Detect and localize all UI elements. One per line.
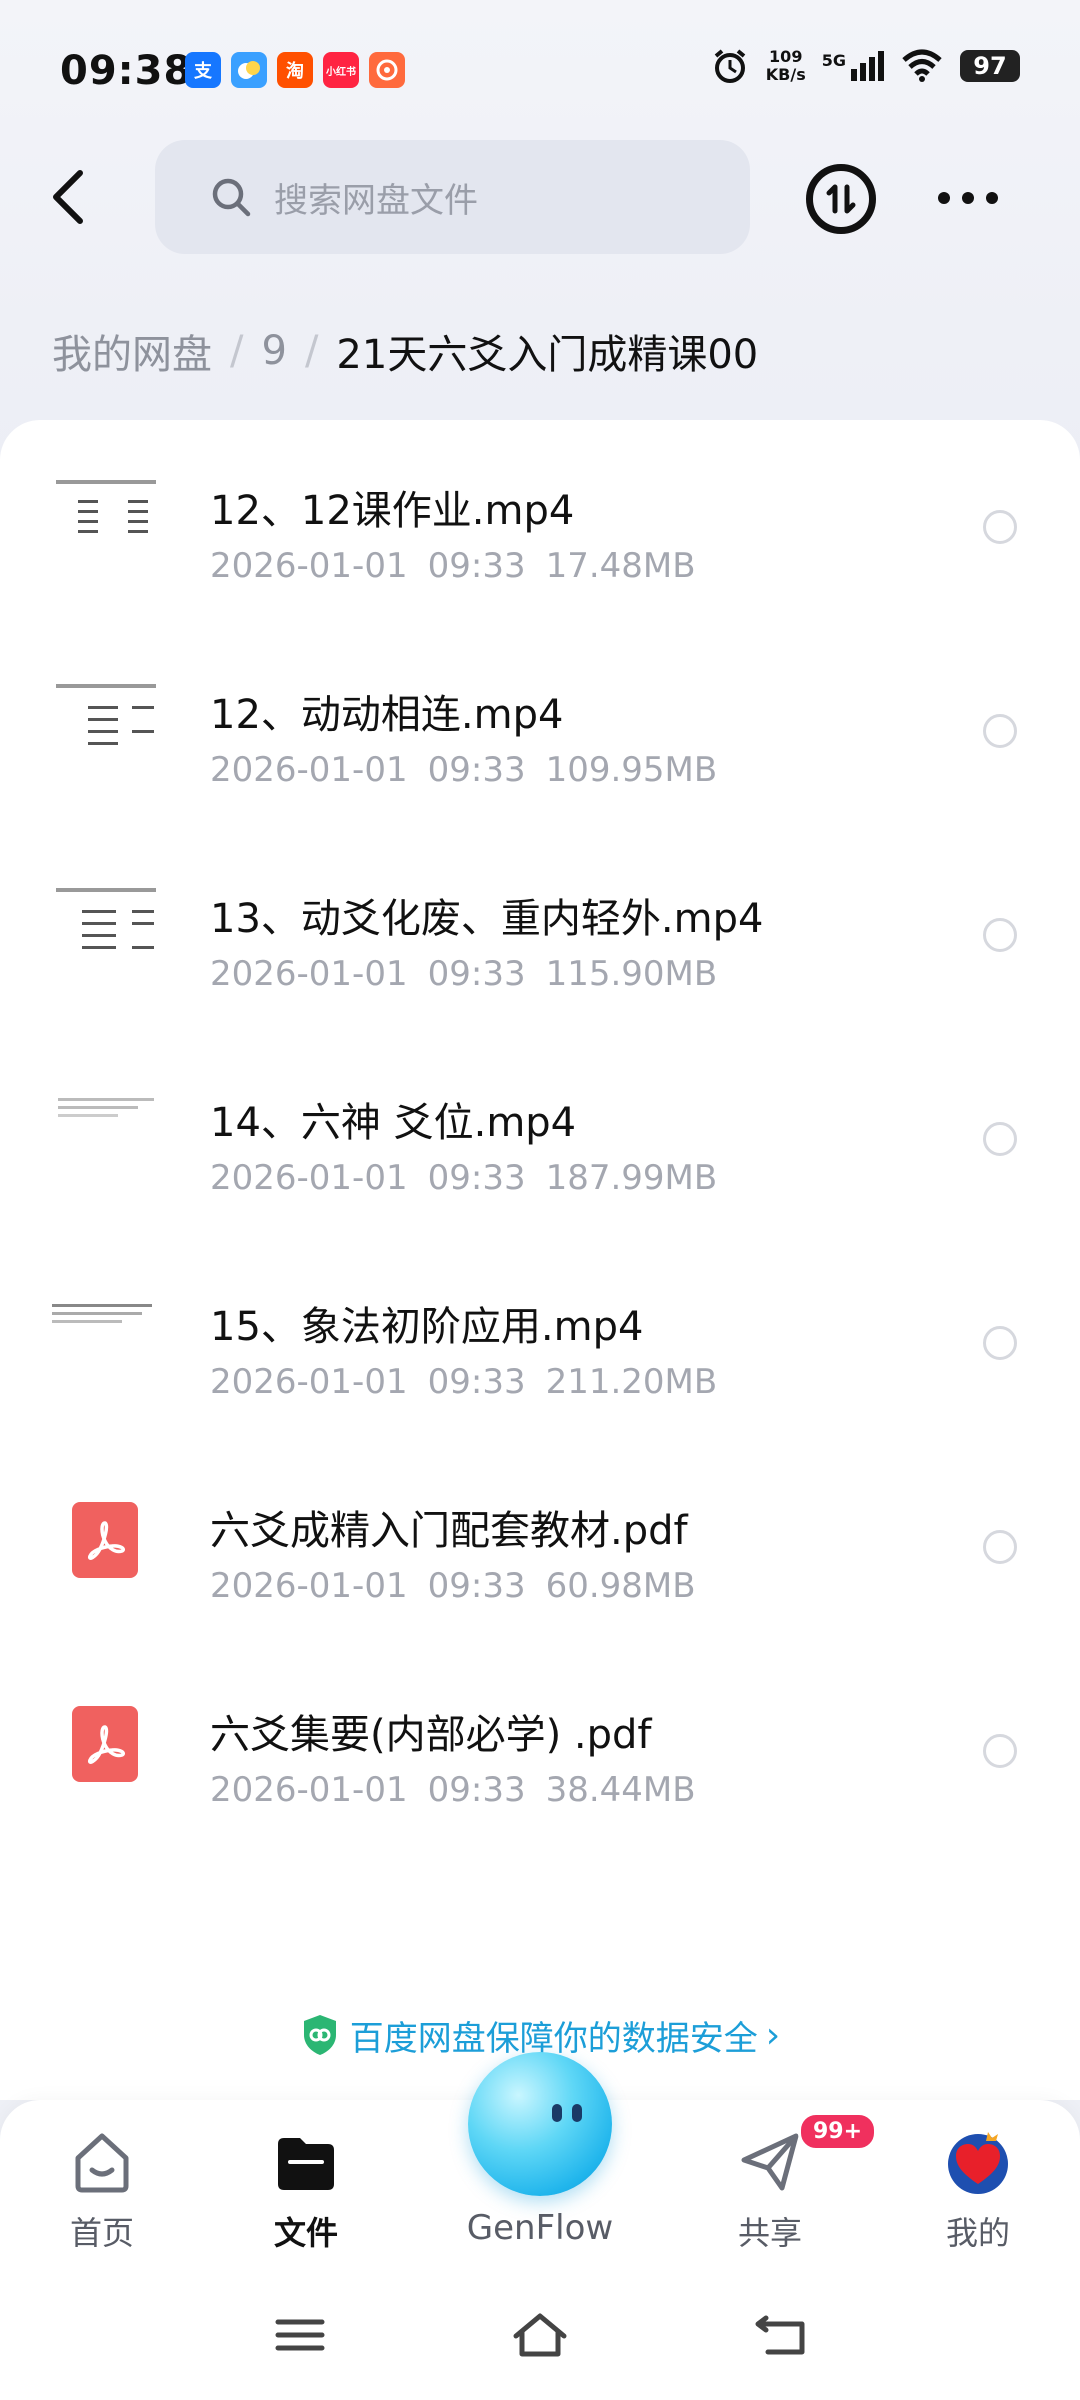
- select-radio[interactable]: [983, 918, 1017, 952]
- file-row[interactable]: 14、六神 爻位.mp4 2026-01-01 09:33 187.99MB: [0, 1048, 1080, 1252]
- baidu-netdisk-icon: [231, 52, 267, 88]
- status-bar: 09:38 支 淘 小红书 109 KB/s 5G 97: [0, 0, 1080, 140]
- nav-mine[interactable]: 我的: [888, 2128, 1068, 2258]
- file-name: 14、六神 爻位.mp4: [210, 1100, 577, 1146]
- battery-indicator: 97: [960, 50, 1020, 82]
- back-arrow-icon: [755, 2315, 805, 2355]
- taobao-icon: 淘: [277, 52, 313, 88]
- file-row[interactable]: 12、12课作业.mp4 2026-01-01 09:33 17.48MB: [0, 436, 1080, 640]
- shield-icon: [303, 2015, 336, 2055]
- home-outline-icon: [513, 2313, 567, 2357]
- select-radio[interactable]: [983, 1326, 1017, 1360]
- video-thumbnail: [48, 1086, 168, 1194]
- xiaohongshu-icon: 小红书: [323, 52, 359, 88]
- alarm-icon: [714, 49, 746, 83]
- search-placeholder: 搜索网盘文件: [274, 180, 478, 221]
- avatar-heart-icon: [944, 2128, 1012, 2196]
- more-options-button[interactable]: [938, 186, 998, 210]
- video-thumbnail: [48, 474, 168, 582]
- transfer-button[interactable]: [806, 164, 876, 234]
- file-meta: 2026-01-01 09:33 115.90MB: [210, 954, 718, 994]
- file-meta: 2026-01-01 09:33 211.20MB: [210, 1362, 718, 1402]
- breadcrumb-current: 21天六爻入门成精课00: [336, 332, 759, 378]
- genflow-button[interactable]: [468, 2052, 612, 2196]
- menu-icon: [275, 2319, 325, 2351]
- wifi-icon: [902, 49, 942, 82]
- nav-home-label: 首页: [69, 2214, 134, 2252]
- file-name: 12、12课作业.mp4: [210, 488, 575, 534]
- search-icon: [212, 178, 251, 217]
- file-row[interactable]: 六爻成精入门配套教材.pdf 2026-01-01 09:33 60.98MB: [0, 1456, 1080, 1660]
- folder-icon: [272, 2128, 340, 2196]
- file-meta: 2026-01-01 09:33 109.95MB: [210, 750, 718, 790]
- status-indicators: 109 KB/s 5G 97: [710, 46, 1020, 86]
- select-radio[interactable]: [983, 1122, 1017, 1156]
- nav-mine-label: 我的: [945, 2214, 1010, 2252]
- nav-genflow-label: GenFlow: [466, 2208, 614, 2248]
- more-dot: [986, 192, 998, 204]
- video-thumbnail: [48, 1290, 168, 1398]
- file-meta: 2026-01-01 09:33 187.99MB: [210, 1158, 718, 1198]
- file-row[interactable]: 六爻集要(内部必学) .pdf 2026-01-01 09:33 38.44MB: [0, 1660, 1080, 1864]
- video-thumbnail: [48, 882, 168, 990]
- file-meta: 2026-01-01 09:33 60.98MB: [210, 1566, 696, 1606]
- chevron-right-icon: ›: [765, 2014, 781, 2056]
- more-dot: [938, 192, 950, 204]
- breadcrumb: 我的网盘 / 9 / 21天六爻入门成精课00: [52, 322, 758, 380]
- select-radio[interactable]: [983, 714, 1017, 748]
- file-row[interactable]: 15、象法初阶应用.mp4 2026-01-01 09:33 211.20MB: [0, 1252, 1080, 1456]
- signal-icon: 5G: [822, 51, 884, 81]
- file-row[interactable]: 12、动动相连.mp4 2026-01-01 09:33 109.95MB: [0, 640, 1080, 844]
- select-radio[interactable]: [983, 510, 1017, 544]
- file-list: 12、12课作业.mp4 2026-01-01 09:33 17.48MB 12、动…: [0, 420, 1080, 2100]
- video-thumbnail: [48, 678, 168, 786]
- file-name: 13、动爻化废、重内轻外.mp4: [210, 896, 764, 942]
- breadcrumb-item-folder[interactable]: 9: [261, 328, 286, 374]
- back-button[interactable]: [38, 162, 98, 232]
- file-row[interactable]: 13、动爻化废、重内轻外.mp4 2026-01-01 09:33 115.90MB: [0, 844, 1080, 1048]
- breadcrumb-item-root[interactable]: 我的网盘: [52, 322, 212, 380]
- more-dot: [962, 192, 974, 204]
- nav-share-label: 共享: [737, 2214, 802, 2252]
- breadcrumb-separator: /: [304, 328, 319, 374]
- genflow-eye: [552, 2104, 562, 2122]
- menu-button[interactable]: [270, 2310, 330, 2360]
- status-app-icons: 支 淘 小红书: [185, 52, 405, 88]
- nav-files[interactable]: 文件: [216, 2128, 396, 2258]
- search-input[interactable]: 搜索网盘文件: [155, 140, 750, 254]
- breadcrumb-separator: /: [230, 328, 244, 374]
- app-icon: [369, 52, 405, 88]
- file-meta: 2026-01-01 09:33 17.48MB: [210, 546, 696, 586]
- file-name: 12、动动相连.mp4: [210, 692, 564, 738]
- home-button[interactable]: [510, 2310, 570, 2360]
- back-system-button[interactable]: [752, 2310, 812, 2360]
- select-radio[interactable]: [983, 1734, 1017, 1768]
- system-nav-bar: [0, 2290, 1080, 2380]
- nav-files-label: 文件: [273, 2214, 338, 2252]
- pdf-icon: [72, 1706, 138, 1782]
- file-name: 六爻成精入门配套教材.pdf: [210, 1508, 688, 1554]
- send-icon: [736, 2128, 804, 2196]
- share-badge: 99+: [798, 2112, 878, 2151]
- nav-home[interactable]: 首页: [12, 2128, 192, 2258]
- file-name: 六爻集要(内部必学) .pdf: [210, 1712, 652, 1758]
- transfer-icon: [826, 184, 856, 214]
- status-time: 09:38: [60, 48, 193, 94]
- select-radio[interactable]: [983, 1530, 1017, 1564]
- alipay-icon: 支: [185, 52, 221, 88]
- security-banner-text: 百度网盘保障你的数据安全: [349, 2018, 758, 2059]
- file-meta: 2026-01-01 09:33 38.44MB: [210, 1770, 696, 1810]
- pdf-icon: [72, 1502, 138, 1578]
- home-icon: [68, 2128, 136, 2196]
- network-speed: 109 KB/s: [765, 47, 806, 84]
- file-name: 15、象法初阶应用.mp4: [210, 1304, 644, 1350]
- genflow-eye: [572, 2104, 582, 2122]
- chevron-left-icon: [53, 170, 83, 224]
